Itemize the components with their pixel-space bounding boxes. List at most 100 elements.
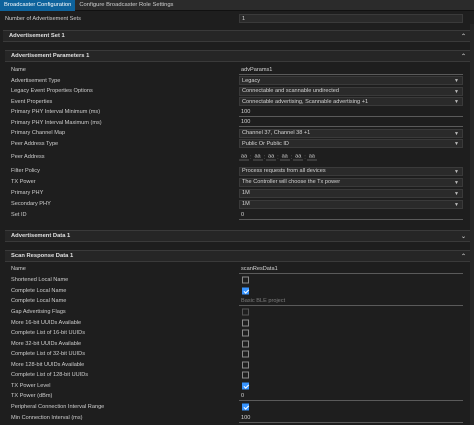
shortened-local-name-checkbox[interactable] — [242, 276, 249, 284]
complete-16bit-uuids-row: Complete List of 16-bit UUIDs — [0, 328, 474, 338]
peripheral-connection-interval-checkbox[interactable] — [242, 403, 249, 411]
section-scan-response-data-1[interactable]: Scan Response Data 1 ⌃ — [5, 250, 470, 262]
tx-power-dbm-value: 0 — [241, 392, 245, 399]
legacy-event-options-label: Legacy Event Properties Options — [11, 88, 93, 95]
shortened-local-name-label: Shortened Local Name — [11, 277, 69, 284]
tx-power-level-row: TX Power Level — [0, 381, 474, 391]
complete-128bit-uuids-label: Complete List of 128-bit UUIDs — [11, 372, 89, 379]
vertical-scrollbar[interactable] — [470, 24, 474, 425]
min-connection-interval-value: 100 — [241, 414, 251, 421]
chevron-down-icon: ▼ — [454, 168, 459, 175]
primary-phy-select[interactable]: 1M ▼ — [239, 188, 463, 198]
complete-16bit-uuids-label: Complete List of 16-bit UUIDs — [11, 330, 85, 337]
complete-128bit-uuids-checkbox[interactable] — [242, 371, 249, 379]
set-id-label: Set ID — [11, 212, 27, 219]
tx-power-dbm-row: TX Power (dBm) 0 — [0, 391, 474, 401]
peer-address-row: Peer Address aa: aa: aa: aa: aa: aa — [0, 150, 474, 164]
peer-address-octet-6[interactable]: aa — [306, 154, 317, 161]
peer-address-type-label: Peer Address Type — [11, 140, 59, 147]
section-advertisement-set-1[interactable]: Advertisement Set 1 ⌃ — [3, 30, 470, 42]
event-properties-row: Event Properties Connectable advertising… — [0, 97, 474, 107]
more-16bit-uuids-checkbox[interactable] — [242, 319, 249, 327]
tx-power-dbm-input[interactable]: 0 — [239, 392, 463, 401]
more-16bit-uuids-label: More 16-bit UUIDs Available — [11, 319, 82, 326]
adv-name-row: Name advParams1 — [0, 65, 474, 75]
adv-name-input[interactable]: advParams1 — [239, 66, 463, 75]
number-of-advertisement-sets-value: 1 — [242, 15, 246, 22]
more-32bit-uuids-row: More 32-bit UUIDs Available — [0, 339, 474, 349]
advertisement-type-select[interactable]: Legacy ▼ — [239, 76, 463, 86]
secondary-phy-label: Secondary PHY — [11, 201, 51, 208]
interval-max-row: Primary PHY Interval Maximum (ms) 100 — [0, 118, 474, 128]
min-connection-interval-label: Min Connection Interval (ms) — [11, 415, 83, 422]
number-of-advertisement-sets-input[interactable]: 1 — [239, 14, 463, 23]
caret-up-icon[interactable]: ⌃ — [461, 253, 466, 260]
section-advertisement-parameters-1[interactable]: Advertisement Parameters 1 ⌃ — [5, 50, 470, 62]
set-id-input[interactable]: 0 — [239, 211, 463, 220]
interval-max-value: 100 — [241, 119, 251, 126]
chevron-down-icon: ▼ — [454, 179, 459, 186]
primary-channel-map-value: Channel 37, Channel 38 +1 — [242, 130, 311, 137]
section-title: Advertisement Data 1 — [11, 233, 71, 239]
primary-phy-value: 1M — [242, 190, 250, 197]
caret-down-icon[interactable]: ⌄ — [461, 233, 466, 240]
peer-address-type-select[interactable]: Public Or Public ID ▼ — [239, 139, 463, 149]
peer-address-octet-1[interactable]: aa — [239, 154, 249, 161]
chevron-down-icon: ▼ — [454, 78, 459, 85]
chevron-down-icon: ▼ — [454, 190, 459, 197]
peer-address-input[interactable]: aa: aa: aa: aa: aa: aa — [239, 154, 317, 161]
chevron-down-icon: ▼ — [454, 88, 459, 95]
peer-address-type-row: Peer Address Type Public Or Public ID ▼ — [0, 139, 474, 149]
more-128bit-uuids-checkbox[interactable] — [242, 361, 249, 369]
peer-address-octet-2[interactable]: aa — [252, 154, 263, 161]
interval-max-label: Primary PHY Interval Maximum (ms) — [11, 119, 102, 126]
min-connection-interval-input[interactable]: 100 — [239, 414, 463, 423]
complete-32bit-uuids-row: Complete List of 32-bit UUIDs — [0, 349, 474, 359]
interval-max-input[interactable]: 100 — [239, 118, 463, 128]
tx-power-row: TX Power The Controller will choose the … — [0, 177, 474, 187]
tx-power-select[interactable]: The Controller will choose the Tx power ▼ — [239, 177, 463, 187]
complete-32bit-uuids-checkbox[interactable] — [242, 350, 249, 358]
complete-128bit-uuids-row: Complete List of 128-bit UUIDs — [0, 370, 474, 380]
complete-16bit-uuids-checkbox[interactable] — [242, 329, 249, 337]
tx-power-level-checkbox[interactable] — [242, 382, 249, 390]
secondary-phy-select[interactable]: 1M ▼ — [239, 199, 463, 209]
peer-address-separator: : — [263, 154, 266, 160]
peer-address-octet-3[interactable]: aa — [266, 154, 277, 161]
secondary-phy-value: 1M — [242, 201, 250, 208]
peer-address-octet-4[interactable]: aa — [279, 154, 290, 161]
tab-configure-broadcaster-role-settings[interactable]: Configure Broadcaster Role Settings — [75, 0, 177, 11]
peer-address-octet-5[interactable]: aa — [293, 154, 304, 161]
advertisement-type-row: Advertisement Type Legacy ▼ — [0, 76, 474, 86]
interval-min-row: Primary PHY Interval Minimum (ms) 100 — [0, 107, 474, 117]
filter-policy-select[interactable]: Process requests from all devices ▼ — [239, 166, 463, 176]
interval-min-label: Primary PHY Interval Minimum (ms) — [11, 109, 101, 116]
tab-broadcaster-configuration[interactable]: Broadcaster Configuration — [0, 0, 76, 11]
section-title: Advertisement Parameters 1 — [11, 53, 90, 59]
complete-local-name-checkbox[interactable] — [242, 287, 249, 295]
interval-min-input[interactable]: 100 — [239, 108, 463, 117]
event-properties-select[interactable]: Connectable advertising, Scannable adver… — [239, 97, 463, 107]
more-32bit-uuids-checkbox[interactable] — [242, 340, 249, 348]
primary-channel-map-label: Primary Channel Map — [11, 130, 66, 137]
primary-channel-map-select[interactable]: Channel 37, Channel 38 +1 ▼ — [239, 128, 463, 138]
section-advertisement-data-1[interactable]: Advertisement Data 1 ⌄ — [5, 230, 470, 242]
interval-min-value: 100 — [241, 108, 251, 115]
complete-local-name-text-label: Complete Local Name — [11, 298, 67, 305]
scan-name-input[interactable]: scanResData1 — [239, 265, 463, 274]
legacy-event-options-row: Legacy Event Properties Options Connecta… — [0, 86, 474, 96]
gap-advertising-flags-checkbox[interactable] — [242, 308, 249, 316]
tx-power-label: TX Power — [11, 179, 36, 186]
caret-up-icon[interactable]: ⌃ — [461, 33, 466, 40]
secondary-phy-row: Secondary PHY 1M ▼ — [0, 199, 474, 209]
chevron-down-icon: ▼ — [454, 201, 459, 208]
set-id-row: Set ID 0 — [0, 210, 474, 220]
complete-local-name-input[interactable]: Basic BLE project — [239, 297, 463, 306]
complete-local-name-label: Complete Local Name — [11, 287, 67, 294]
section-title: Advertisement Set 1 — [9, 33, 65, 39]
event-properties-label: Event Properties — [11, 98, 53, 105]
legacy-event-options-select[interactable]: Connectable and scannable undirected ▼ — [239, 86, 463, 96]
peer-address-separator: : — [304, 154, 306, 160]
caret-up-icon[interactable]: ⌃ — [461, 53, 466, 60]
gap-advertising-flags-row: Gap Advertising Flags — [0, 307, 474, 317]
